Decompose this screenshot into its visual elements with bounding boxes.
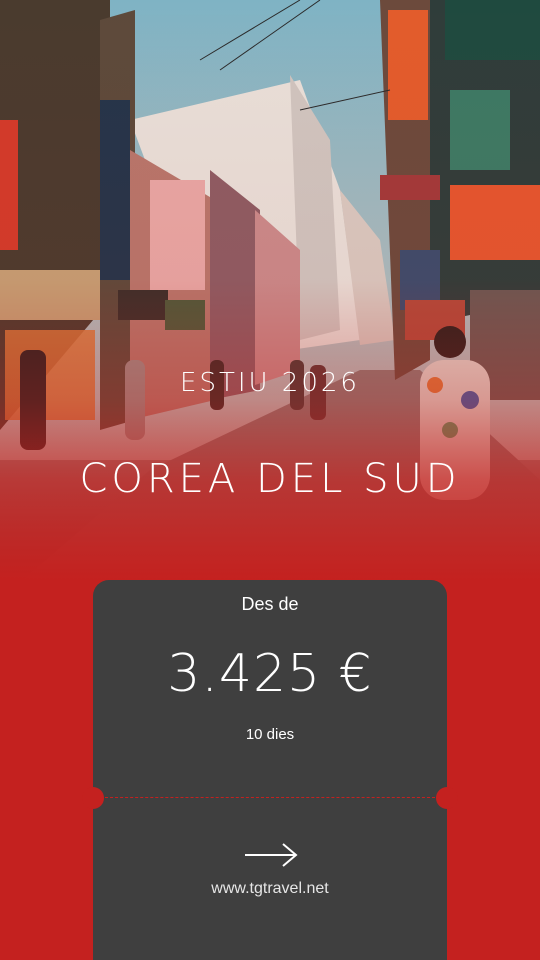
ticket-notch-right [436, 787, 458, 809]
price-ticket-card[interactable]: Des de 3.425 € 10 dies www.tgtravel.net [82, 580, 458, 960]
trip-duration: 10 dies [245, 726, 295, 743]
ticket-notch-left [82, 787, 104, 809]
website-link[interactable]: www.tgtravel.net [93, 880, 447, 898]
hero-photo [0, 0, 540, 600]
destination-title: COREA DEL SUD [79, 456, 461, 502]
price-value: 3.425 € [167, 644, 373, 704]
ticket-perforation [105, 797, 435, 798]
season-title: ESTIU 2026 [180, 368, 360, 398]
hero-gradient-overlay [0, 0, 540, 600]
ticket-bottom-section [93, 798, 447, 960]
price-from-label: Des de [241, 594, 299, 614]
arrow-right-icon[interactable] [243, 842, 299, 868]
